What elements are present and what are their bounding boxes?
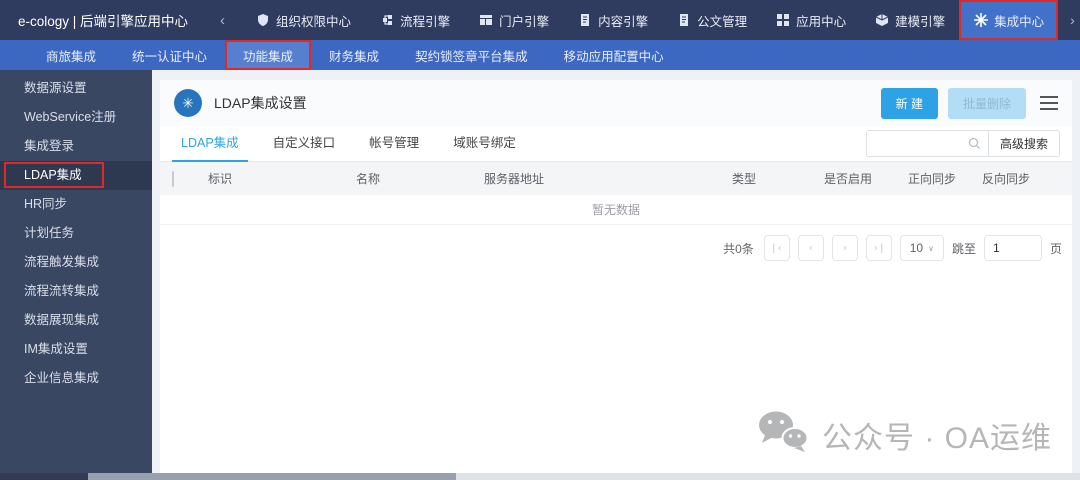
topnav-label: 建模引擎: [895, 14, 946, 29]
scrollbar-corner: [0, 473, 88, 480]
panel-header: ✳ LDAP集成设置 新 建 批量删除: [160, 80, 1072, 126]
col-header-server-address: 服务器地址: [484, 172, 545, 186]
tab-domain-account-binding[interactable]: 域账号绑定: [436, 126, 533, 162]
document-icon: [676, 13, 691, 28]
subnav-function-integration[interactable]: 功能集成: [225, 40, 312, 70]
batch-delete-button[interactable]: 批量删除: [947, 87, 1026, 119]
sidebar-item-workflow-trigger[interactable]: 流程触发集成: [0, 248, 152, 277]
table-header-row: 标识 名称 服务器地址 类型 是否启用 正向同步 反向同步: [160, 162, 1072, 195]
select-all-checkbox[interactable]: [172, 170, 174, 187]
total-count: 共0条: [723, 241, 754, 256]
topnav-label: 组织权限中心: [276, 14, 352, 29]
subbar: 商旅集成 统一认证中心 功能集成 财务集成 契约锁签章平台集成 移动应用配置中心: [0, 40, 1080, 70]
watermark: 公众号 · OA运维: [756, 409, 1052, 461]
col-header-type: 类型: [732, 172, 757, 186]
col-header-identifier: 标识: [208, 172, 233, 186]
topnav-label: 内容引擎: [598, 14, 649, 29]
subnav-contract-seal-platform[interactable]: 契约锁签章平台集成: [397, 40, 546, 70]
app-logo: e-cology | 后端引擎应用中心: [18, 14, 189, 29]
new-button[interactable]: 新 建: [880, 87, 938, 119]
watermark-text: 公众号 · OA运维: [821, 422, 1052, 455]
page-size-value: 10: [909, 241, 924, 255]
topnav-app-center[interactable]: 应用中心: [761, 0, 860, 40]
topnav-content-engine[interactable]: 内容引擎: [563, 0, 662, 40]
scrollbar-thumb[interactable]: [88, 473, 456, 480]
sidebar-item-ldap[interactable]: LDAP集成: [0, 161, 152, 190]
subnav-unified-auth-center[interactable]: 统一认证中心: [114, 40, 225, 70]
pagination: 共0条 |‹ ‹ › ›| 10 ∨ 跳至 页: [160, 225, 1072, 261]
topnav-modeling-engine[interactable]: 建模引擎: [860, 0, 959, 40]
sidebar-item-sso-login[interactable]: 集成登录: [0, 132, 152, 161]
integration-icon: [973, 13, 988, 28]
next-page-button[interactable]: ›: [831, 235, 858, 261]
tab-account-management[interactable]: 帐号管理: [352, 126, 436, 162]
cube-icon: [874, 13, 889, 28]
list-view-icon[interactable]: [1040, 96, 1058, 110]
search-box: [865, 130, 988, 157]
topbar: e-cology | 后端引擎应用中心 ‹ 组织权限中心 流程引擎 门户引擎 内…: [0, 0, 1080, 40]
subnav-finance-integration[interactable]: 财务集成: [311, 40, 397, 70]
flow-icon: [379, 13, 394, 28]
shield-icon: [255, 13, 270, 28]
prev-page-button[interactable]: ‹: [797, 235, 824, 261]
sidebar-item-im-settings[interactable]: IM集成设置: [0, 335, 152, 364]
content-layout: 数据源设置 WebService注册 集成登录 LDAP集成 HR同步 计划任务…: [0, 70, 1080, 473]
tabs-row: LDAP集成 自定义接口 帐号管理 域账号绑定 高级搜索: [160, 126, 1072, 162]
advanced-search-button[interactable]: 高级搜索: [987, 130, 1060, 157]
empty-state-text: 暂无数据: [160, 195, 1072, 225]
col-header-name: 名称: [356, 172, 381, 186]
nav-next-chevron-icon[interactable]: ›: [1058, 12, 1080, 28]
tab-custom-interface[interactable]: 自定义接口: [256, 126, 353, 162]
topnav-label: 公文管理: [697, 14, 748, 29]
sidebar-item-webservice[interactable]: WebService注册: [0, 103, 152, 132]
topnav-label: 流程引擎: [400, 14, 451, 29]
sidebar-item-data-display[interactable]: 数据展现集成: [0, 306, 152, 335]
jump-to-label: 跳至: [951, 241, 976, 256]
header-actions: 新 建 批量删除: [880, 87, 1058, 119]
page-unit-label: 页: [1049, 241, 1062, 256]
search-area: 高级搜索: [865, 130, 1060, 157]
first-page-button[interactable]: |‹: [763, 235, 790, 261]
page-title: LDAP集成设置: [214, 95, 307, 111]
sidebar-item-scheduled-tasks[interactable]: 计划任务: [0, 219, 152, 248]
topnav-integration-center[interactable]: 集成中心: [959, 0, 1059, 40]
col-header-forward-sync: 正向同步: [908, 172, 957, 186]
integration-icon: ✳: [174, 89, 202, 117]
wechat-icon: [756, 409, 810, 461]
chevron-down-icon: ∨: [928, 243, 934, 253]
topnav-label: 应用中心: [796, 14, 847, 29]
tab-ldap-integration[interactable]: LDAP集成: [164, 126, 256, 162]
topnav-org-permission-center[interactable]: 组织权限中心: [241, 0, 365, 40]
col-header-enabled: 是否启用: [824, 172, 873, 186]
nav-back-chevron-icon[interactable]: ‹: [204, 12, 241, 29]
topnav-workflow-engine[interactable]: 流程引擎: [365, 0, 464, 40]
page-size-select[interactable]: 10 ∨: [899, 235, 944, 261]
sidebar-item-enterprise-info[interactable]: 企业信息集成: [0, 364, 152, 393]
sidebar: 数据源设置 WebService注册 集成登录 LDAP集成 HR同步 计划任务…: [0, 70, 152, 473]
horizontal-scrollbar[interactable]: [0, 473, 1080, 480]
topnav-label: 集成中心: [994, 14, 1045, 29]
topnav-label: 门户引擎: [499, 14, 550, 29]
page-number-input[interactable]: [983, 235, 1042, 261]
topnav-portal-engine[interactable]: 门户引擎: [464, 0, 563, 40]
sidebar-item-label: LDAP集成: [24, 168, 82, 182]
document-icon: [577, 13, 592, 28]
search-icon[interactable]: [968, 137, 988, 150]
last-page-button[interactable]: ›|: [865, 235, 892, 261]
topnav-official-doc[interactable]: 公文管理: [662, 0, 761, 40]
main-area: ✳ LDAP集成设置 新 建 批量删除 LDAP集成 自定义接口 帐号管理 域账…: [152, 70, 1080, 473]
sidebar-item-datasource[interactable]: 数据源设置: [0, 74, 152, 103]
sidebar-item-hr-sync[interactable]: HR同步: [0, 190, 152, 219]
search-input[interactable]: [866, 131, 968, 156]
subnav-mobile-app-config[interactable]: 移动应用配置中心: [546, 40, 682, 70]
subnav-travel-integration[interactable]: 商旅集成: [28, 40, 114, 70]
portal-icon: [478, 13, 493, 28]
sidebar-item-workflow-flow[interactable]: 流程流转集成: [0, 277, 152, 306]
col-header-reverse-sync: 反向同步: [982, 172, 1031, 186]
grid-icon: [775, 13, 790, 28]
